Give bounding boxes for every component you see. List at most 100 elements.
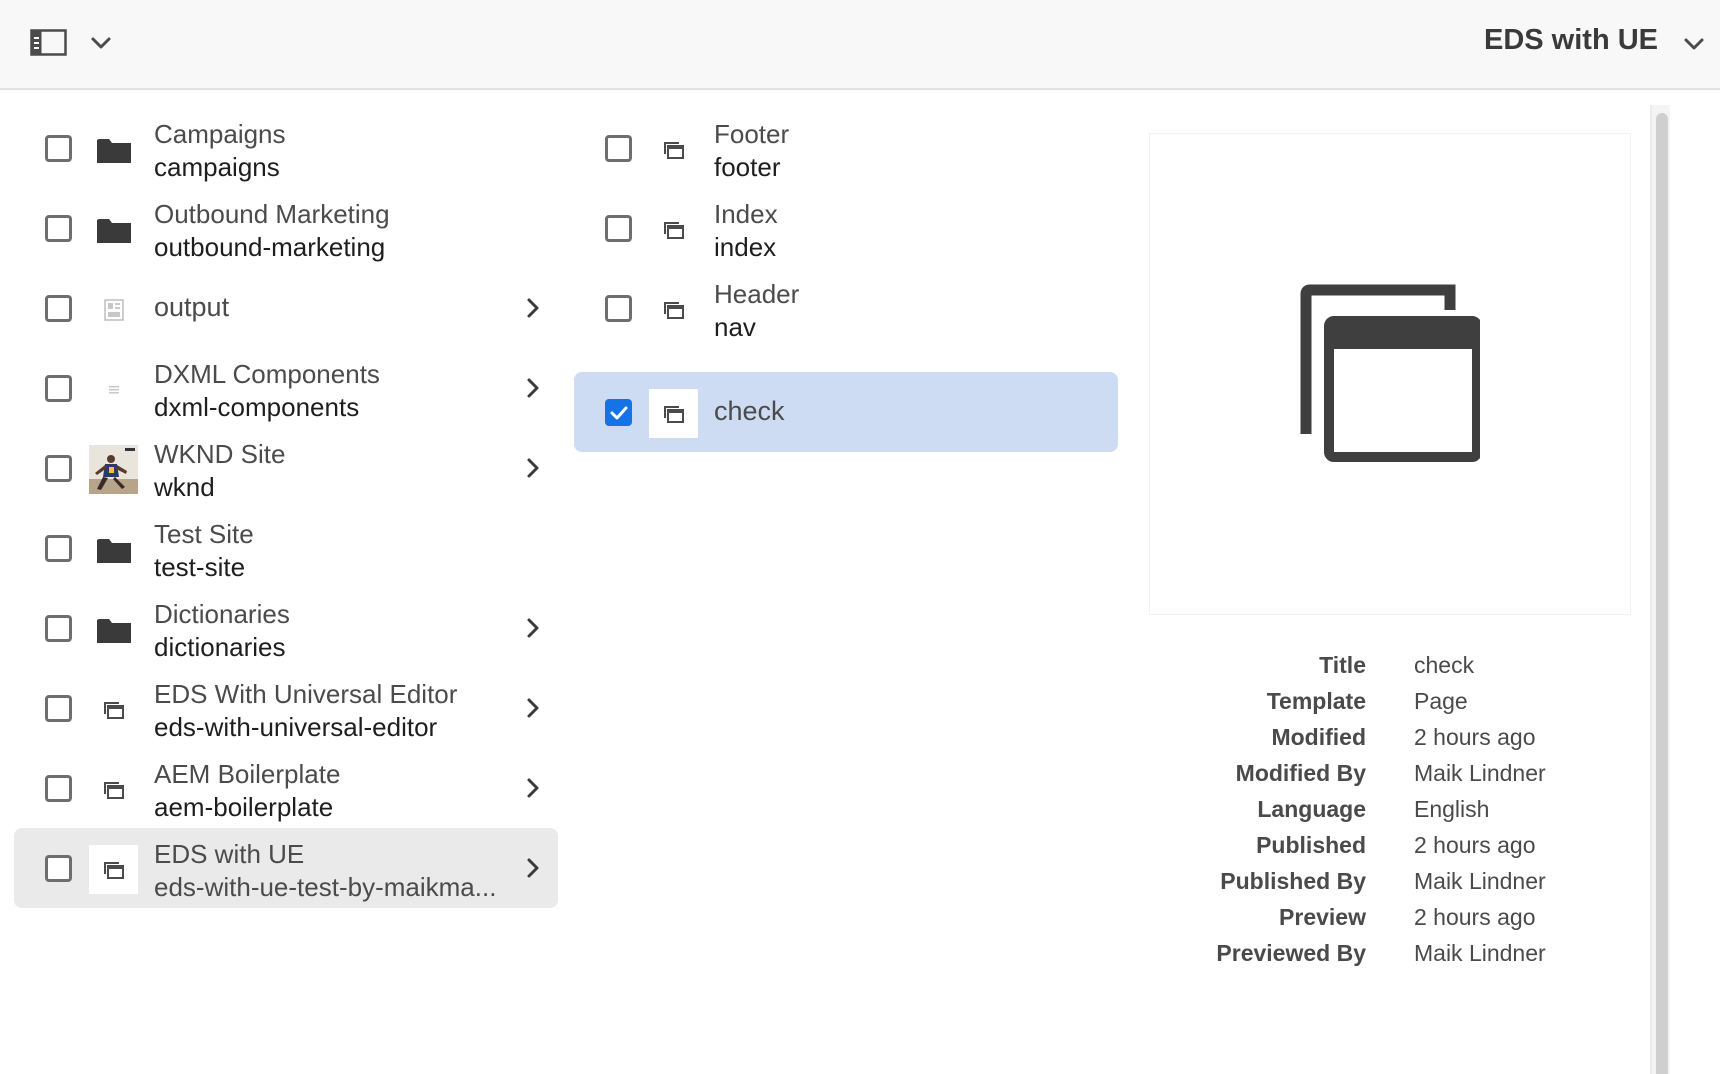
select-checkbox[interactable]	[45, 215, 72, 242]
scrollbar[interactable]	[1650, 105, 1670, 1074]
list-item[interactable]: Campaigns campaigns	[14, 108, 558, 188]
list-item[interactable]: EDS With Universal Editor eds-with-unive…	[14, 668, 558, 748]
chevron-right-icon[interactable]	[520, 615, 546, 641]
scrollbar-thumb[interactable]	[1656, 113, 1668, 1074]
meta-label: Title	[1319, 652, 1366, 678]
item-name: dictionaries	[154, 632, 286, 662]
item-name: wknd	[154, 472, 215, 502]
list-item[interactable]: WKND Site wknd	[14, 428, 558, 508]
select-checkbox[interactable]	[45, 135, 72, 162]
meta-value: Page	[1414, 688, 1468, 714]
list-item[interactable]: Header nav	[574, 268, 1118, 348]
meta-label: Published	[1256, 832, 1366, 858]
meta-value: Maik Lindner	[1414, 868, 1546, 894]
meta-value: Maik Lindner	[1414, 760, 1546, 786]
meta-label: Previewed By	[1216, 940, 1366, 966]
select-checkbox[interactable]	[45, 535, 72, 562]
preview-panel: Title check Template Page Modified 2 hours …	[1130, 90, 1650, 1074]
item-name: campaigns	[154, 152, 280, 182]
folder-icon	[89, 525, 138, 574]
select-checkbox[interactable]	[605, 295, 632, 322]
item-title: EDS with UE	[154, 839, 305, 869]
item-title: DXML Components	[154, 359, 380, 389]
item-name: test-site	[154, 552, 246, 582]
meta-value: English	[1414, 796, 1490, 822]
page-icon	[649, 125, 698, 174]
page-icon	[649, 205, 698, 254]
item-title: Outbound Marketing	[154, 199, 390, 229]
item-title: check	[714, 396, 785, 426]
page-icon	[649, 285, 698, 334]
item-title: Test Site	[154, 519, 254, 549]
item-name: outbound-marketing	[154, 232, 386, 262]
item-title: EDS With Universal Editor	[154, 679, 458, 709]
list-item[interactable]: AEM Boilerplate aem-boilerplate	[14, 748, 558, 828]
select-checkbox[interactable]	[45, 455, 72, 482]
chevron-down-icon[interactable]	[88, 30, 114, 56]
item-name: eds-with-ue-test-by-maikma...	[154, 872, 497, 902]
rail-toggle-icon[interactable]	[30, 28, 70, 60]
chevron-right-icon[interactable]	[520, 855, 546, 881]
meta-label: Language	[1257, 796, 1366, 822]
folder-icon	[89, 605, 138, 654]
top-bar: EDS with UE	[0, 0, 1720, 90]
item-title: output	[154, 292, 230, 322]
list-item[interactable]: output	[14, 268, 558, 348]
item-title: WKND Site	[154, 439, 286, 469]
list-item[interactable]: Dictionaries dictionaries	[14, 588, 558, 668]
page-preview-icon	[1150, 134, 1630, 614]
meta-value: 2 hours ago	[1414, 904, 1536, 930]
chevron-right-icon[interactable]	[520, 295, 546, 321]
folder-icon	[89, 125, 138, 174]
meta-label: Published By	[1220, 868, 1366, 894]
page-icon	[649, 389, 698, 438]
meta-label: Template	[1266, 688, 1366, 714]
document-icon	[89, 365, 138, 414]
meta-value: 2 hours ago	[1414, 724, 1536, 750]
folder-icon	[89, 205, 138, 254]
select-checkbox[interactable]	[605, 135, 632, 162]
site-switcher-chevron-icon[interactable]	[1680, 30, 1708, 58]
chevron-right-icon[interactable]	[520, 695, 546, 721]
select-checkbox[interactable]	[45, 615, 72, 642]
list-item[interactable]: DXML Components dxml-components	[14, 348, 558, 428]
select-checkbox[interactable]	[45, 855, 72, 882]
select-checkbox[interactable]	[605, 215, 632, 242]
page-icon	[89, 685, 138, 734]
item-name: dxml-components	[154, 392, 360, 422]
page-layout-icon	[89, 285, 138, 334]
select-checkbox[interactable]	[45, 375, 72, 402]
list-item[interactable]: Index index	[574, 188, 1118, 268]
meta-value: Maik Lindner	[1414, 940, 1546, 966]
item-title: Index	[714, 199, 778, 229]
list-item[interactable]: Footer footer	[574, 108, 1118, 188]
meta-label: Preview	[1279, 904, 1366, 930]
item-name: footer	[714, 152, 781, 182]
list-item[interactable]: EDS with UE eds-with-ue-test-by-maikma..…	[14, 828, 558, 908]
item-title: AEM Boilerplate	[154, 759, 341, 789]
select-checkbox-checked[interactable]	[605, 399, 632, 426]
chevron-right-icon[interactable]	[520, 375, 546, 401]
list-item[interactable]: Outbound Marketing outbound-marketing	[14, 188, 558, 268]
meta-value: 2 hours ago	[1414, 832, 1536, 858]
item-title: Footer	[714, 119, 790, 149]
item-name: eds-with-universal-editor	[154, 712, 438, 742]
item-title: Header	[714, 279, 800, 309]
select-checkbox[interactable]	[45, 775, 72, 802]
meta-label: Modified	[1271, 724, 1366, 750]
item-name: aem-boilerplate	[154, 792, 334, 822]
item-title: Campaigns	[154, 119, 286, 149]
wknd-thumbnail	[89, 445, 138, 494]
item-name: index	[714, 232, 777, 262]
page-icon	[89, 765, 138, 814]
column-pages: Footer footer Index index Header nav che…	[570, 90, 1130, 1074]
list-item-selected[interactable]: check	[574, 372, 1118, 452]
select-checkbox[interactable]	[45, 695, 72, 722]
item-title: Dictionaries	[154, 599, 290, 629]
list-item[interactable]: Test Site test-site	[14, 508, 558, 588]
chevron-right-icon[interactable]	[520, 775, 546, 801]
column-sites: Campaigns campaigns Outbound Marketing o…	[0, 90, 570, 1074]
chevron-right-icon[interactable]	[520, 455, 546, 481]
select-checkbox[interactable]	[45, 295, 72, 322]
site-title[interactable]: EDS with UE	[1484, 24, 1658, 57]
